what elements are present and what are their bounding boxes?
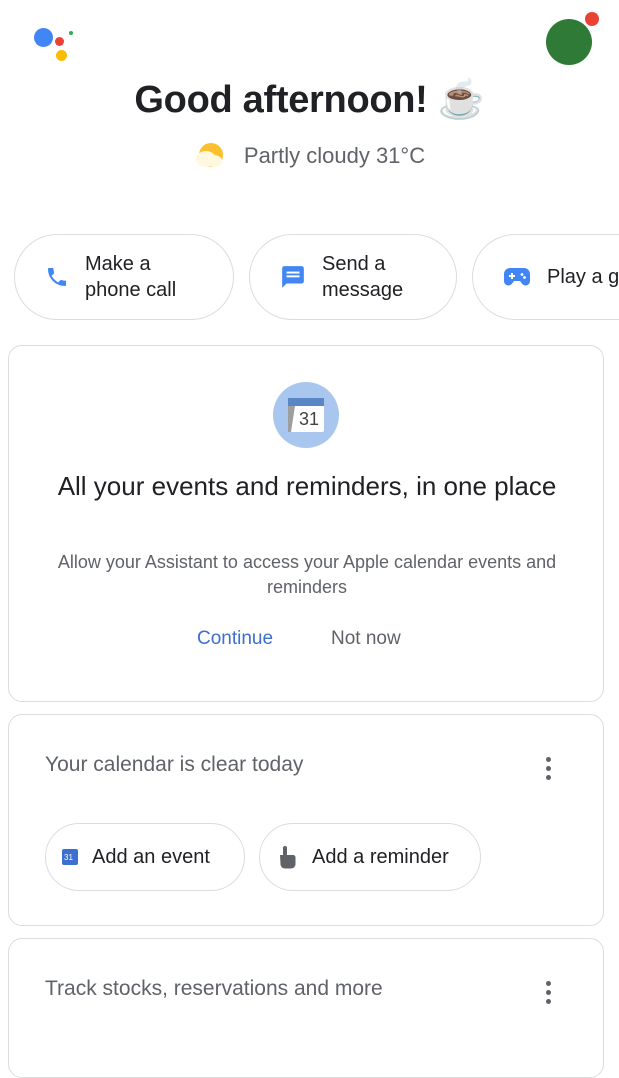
chip-label-line1: Make a: [85, 253, 151, 275]
avatar[interactable]: [546, 19, 592, 65]
reminder-hand-icon: [280, 846, 296, 869]
calendar-small-day: 31: [64, 853, 73, 862]
partly-cloudy-icon: [195, 143, 223, 167]
add-reminder-label: Add a reminder: [312, 845, 449, 868]
add-event-label: Add an event: [92, 845, 210, 868]
calendar-access-card: 31 All your events and reminders, in one…: [8, 345, 604, 702]
calendar-card: Your calendar is clear today 31 Add an e…: [8, 714, 604, 926]
chip-label-line2: phone call: [85, 279, 177, 301]
stocks-card: Track stocks, reservations and more: [8, 938, 604, 1078]
more-options-icon[interactable]: [546, 757, 552, 784]
chip-label-line2: message: [322, 279, 404, 301]
chip-label-line1: Send a: [322, 253, 386, 275]
greeting-text: Good afternoon!: [134, 79, 428, 121]
calendar-icon: 31: [273, 382, 339, 448]
phone-icon: [48, 268, 66, 286]
make-phone-call-chip[interactable]: Make a phone call: [14, 234, 234, 320]
continue-button[interactable]: Continue: [197, 628, 273, 650]
chip-label-line1: Play a g: [547, 266, 619, 288]
calendar-access-description: Allow your Assistant to access your Appl…: [57, 552, 557, 597]
calendar-access-title: All your events and reminders, in one pl…: [57, 471, 557, 501]
calendar-day-number: 31: [299, 409, 320, 429]
coffee-icon: ☕: [437, 79, 485, 121]
weather-text: Partly cloudy 31°C: [243, 143, 426, 168]
greeting-heading: Good afternoon! ☕: [0, 78, 619, 122]
play-game-chip[interactable]: Play a g: [472, 234, 619, 320]
stocks-card-title: Track stocks, reservations and more: [45, 977, 383, 1000]
weather-summary[interactable]: Partly cloudy 31°C: [0, 140, 619, 172]
calendar-card-title: Your calendar is clear today: [45, 753, 304, 776]
not-now-button[interactable]: Not now: [331, 628, 401, 650]
more-options-icon[interactable]: [546, 981, 552, 1008]
calendar-small-icon: 31: [62, 849, 78, 865]
send-message-chip[interactable]: Send a message: [249, 234, 457, 320]
add-reminder-button[interactable]: Add a reminder: [259, 823, 481, 891]
add-event-button[interactable]: 31 Add an event: [45, 823, 245, 891]
notification-badge: [583, 10, 601, 28]
gamepad-icon: [504, 268, 530, 286]
message-icon: [282, 266, 304, 288]
assistant-logo-icon[interactable]: [30, 24, 80, 64]
